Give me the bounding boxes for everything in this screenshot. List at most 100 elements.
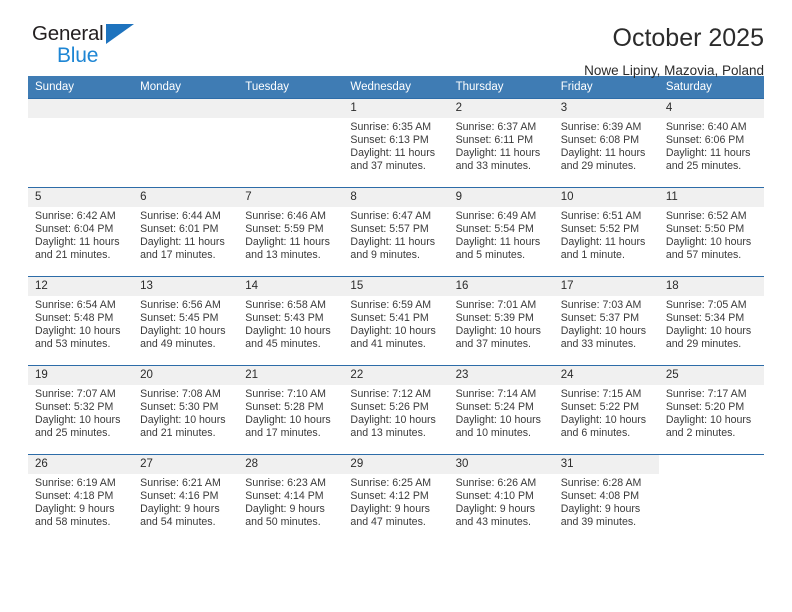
calendar-day-cell[interactable]: 28 Sunrise: 6:23 AM Sunset: 4:14 PM Dayligh… <box>238 454 344 544</box>
day-number: 9 <box>448 188 554 207</box>
day-details: Sunrise: 6:59 AM Sunset: 5:41 PM Daylight:… <box>343 296 448 351</box>
daylight-duration-line2: and 50 minutes. <box>245 515 321 528</box>
day-details: Sunrise: 6:49 AM Sunset: 5:54 PM Daylight:… <box>449 207 554 262</box>
calendar-day-cell[interactable]: 17 Sunrise: 7:03 AM Sunset: 5:37 PM Dayligh… <box>553 276 659 366</box>
daylight-duration-line1: Daylight: 9 hours <box>140 502 220 515</box>
daylight-duration-line2: and 39 minutes. <box>560 515 637 528</box>
day-number: 27 <box>133 455 239 474</box>
calendar-day-cell[interactable]: 16 Sunrise: 7:01 AM Sunset: 5:39 PM Dayligh… <box>448 276 554 366</box>
sunrise-time: Sunrise: 7:08 AM <box>140 388 221 400</box>
weekday-header-thursday: Thursday <box>448 76 554 99</box>
day-details: Sunrise: 7:15 AM Sunset: 5:22 PM Daylight:… <box>554 385 659 440</box>
daylight-duration-line2: and 33 minutes. <box>560 337 637 350</box>
day-details: Sunrise: 6:23 AM Sunset: 4:14 PM Daylight:… <box>238 474 343 529</box>
calendar-day-cell[interactable]: 6 Sunrise: 6:44 AM Sunset: 6:01 PM Daylight… <box>133 187 239 277</box>
day-number: 14 <box>238 277 344 296</box>
sunrise-time: Sunrise: 6:56 AM <box>140 299 221 311</box>
sunset-time: Sunset: 5:52 PM <box>560 222 640 235</box>
calendar-day-cell[interactable]: 31 Sunrise: 6:28 AM Sunset: 4:08 PM Dayligh… <box>553 454 659 544</box>
calendar-day-cell[interactable]: 12 Sunrise: 6:54 AM Sunset: 5:48 PM Dayligh… <box>28 276 134 366</box>
daylight-duration-line1: Daylight: 11 hours <box>350 146 436 159</box>
day-details: Sunrise: 6:47 AM Sunset: 5:57 PM Daylight:… <box>343 207 448 262</box>
day-number: 16 <box>448 277 554 296</box>
day-number <box>133 99 239 118</box>
sunset-time: Sunset: 6:08 PM <box>560 133 640 146</box>
calendar-day-cell[interactable]: 4 Sunrise: 6:40 AM Sunset: 6:06 PM Daylight… <box>658 98 764 188</box>
day-details: Sunrise: 6:19 AM Sunset: 4:18 PM Daylight:… <box>28 474 133 529</box>
calendar-day-cell[interactable]: 18 Sunrise: 7:05 AM Sunset: 5:34 PM Dayligh… <box>658 276 764 366</box>
sunset-time: Sunset: 5:24 PM <box>455 400 534 413</box>
calendar-day-cell[interactable]: 1 Sunrise: 6:35 AM Sunset: 6:13 PM Daylight… <box>343 98 449 188</box>
calendar-day-cell[interactable]: 20 Sunrise: 7:08 AM Sunset: 5:30 PM Dayligh… <box>133 365 239 455</box>
calendar-day-cell[interactable]: 13 Sunrise: 6:56 AM Sunset: 5:45 PM Dayligh… <box>133 276 239 366</box>
calendar-day-cell[interactable]: 15 Sunrise: 6:59 AM Sunset: 5:41 PM Dayligh… <box>343 276 449 366</box>
calendar-day-cell[interactable]: 25 Sunrise: 7:17 AM Sunset: 5:20 PM Dayligh… <box>658 365 764 455</box>
daylight-duration-line1: Daylight: 11 hours <box>350 235 436 248</box>
sunrise-time: Sunrise: 7:05 AM <box>665 299 747 311</box>
sunrise-time: Sunrise: 6:19 AM <box>35 477 116 489</box>
calendar-day-cell[interactable]: 11 Sunrise: 6:52 AM Sunset: 5:50 PM Dayligh… <box>658 187 764 277</box>
day-details: Sunrise: 6:56 AM Sunset: 5:45 PM Daylight:… <box>133 296 238 351</box>
day-number: 22 <box>343 366 449 385</box>
calendar-day-cell[interactable]: 27 Sunrise: 6:21 AM Sunset: 4:16 PM Dayligh… <box>133 454 239 544</box>
logo-text-blue: Blue <box>57 44 99 67</box>
daylight-duration-line1: Daylight: 10 hours <box>35 413 121 426</box>
day-details: Sunrise: 6:42 AM Sunset: 6:04 PM Daylight:… <box>28 207 133 262</box>
calendar-day-cell[interactable]: 26 Sunrise: 6:19 AM Sunset: 4:18 PM Dayligh… <box>28 454 134 544</box>
daylight-duration-line1: Daylight: 9 hours <box>455 502 536 515</box>
sunset-time: Sunset: 5:59 PM <box>245 222 324 235</box>
calendar-day-cell[interactable]: 19 Sunrise: 7:07 AM Sunset: 5:32 PM Dayligh… <box>28 365 134 455</box>
generalblue-logo: General Blue <box>28 22 146 74</box>
calendar-day-cell[interactable]: 30 Sunrise: 6:26 AM Sunset: 4:10 PM Dayligh… <box>448 454 554 544</box>
daylight-duration-line2: and 17 minutes. <box>245 426 321 439</box>
sunset-time: Sunset: 4:18 PM <box>35 489 114 502</box>
day-details: Sunrise: 6:58 AM Sunset: 5:43 PM Daylight:… <box>238 296 343 351</box>
calendar-day-cell[interactable]: 8 Sunrise: 6:47 AM Sunset: 5:57 PM Daylight… <box>343 187 449 277</box>
day-number: 3 <box>553 99 659 118</box>
daylight-duration-line2: and 13 minutes. <box>350 426 426 439</box>
sunrise-time: Sunrise: 7:15 AM <box>560 388 642 400</box>
calendar-day-cell[interactable]: 23 Sunrise: 7:14 AM Sunset: 5:24 PM Dayligh… <box>448 365 554 455</box>
daylight-duration-line1: Daylight: 11 hours <box>455 235 541 248</box>
calendar-cell-empty <box>133 98 239 188</box>
calendar-day-cell[interactable]: 24 Sunrise: 7:15 AM Sunset: 5:22 PM Dayligh… <box>553 365 659 455</box>
sunset-time: Sunset: 4:14 PM <box>245 489 324 502</box>
calendar-day-cell[interactable]: 21 Sunrise: 7:10 AM Sunset: 5:28 PM Dayligh… <box>238 365 344 455</box>
sunset-time: Sunset: 4:10 PM <box>455 489 534 502</box>
daylight-duration-line2: and 2 minutes. <box>665 426 736 439</box>
calendar-cell-empty <box>658 454 764 544</box>
calendar-day-cell[interactable]: 5 Sunrise: 6:42 AM Sunset: 6:04 PM Daylight… <box>28 187 134 277</box>
day-number: 25 <box>658 366 764 385</box>
calendar-day-cell[interactable]: 9 Sunrise: 6:49 AM Sunset: 5:54 PM Daylight… <box>448 187 554 277</box>
calendar-day-cell[interactable]: 22 Sunrise: 7:12 AM Sunset: 5:26 PM Dayligh… <box>343 365 449 455</box>
day-number: 6 <box>133 188 239 207</box>
calendar-day-cell[interactable]: 14 Sunrise: 6:58 AM Sunset: 5:43 PM Dayligh… <box>238 276 344 366</box>
daylight-duration-line1: Daylight: 10 hours <box>245 324 331 337</box>
sunrise-time: Sunrise: 6:46 AM <box>245 210 326 222</box>
daylight-duration-line1: Daylight: 10 hours <box>140 324 226 337</box>
day-details: Sunrise: 6:21 AM Sunset: 4:16 PM Daylight:… <box>133 474 238 529</box>
day-number <box>658 455 764 474</box>
daylight-duration-line2: and 37 minutes. <box>350 159 426 172</box>
sunrise-sunset-calendar: Sunday Monday Tuesday Wednesday Thursday… <box>28 76 764 544</box>
day-details: Sunrise: 7:01 AM Sunset: 5:39 PM Daylight:… <box>449 296 554 351</box>
daylight-duration-line2: and 10 minutes. <box>455 426 531 439</box>
daylight-duration-line2: and 21 minutes. <box>35 248 111 261</box>
calendar-day-cell[interactable]: 3 Sunrise: 6:39 AM Sunset: 6:08 PM Daylight… <box>553 98 659 188</box>
calendar-day-cell[interactable]: 10 Sunrise: 6:51 AM Sunset: 5:52 PM Dayligh… <box>553 187 659 277</box>
sunrise-time: Sunrise: 6:58 AM <box>245 299 326 311</box>
daylight-duration-line2: and 47 minutes. <box>350 515 426 528</box>
day-details: Sunrise: 6:52 AM Sunset: 5:50 PM Daylight:… <box>659 207 764 262</box>
day-number: 8 <box>343 188 449 207</box>
sunrise-time: Sunrise: 6:54 AM <box>35 299 116 311</box>
calendar-day-cell[interactable]: 2 Sunrise: 6:37 AM Sunset: 6:11 PM Daylight… <box>448 98 554 188</box>
daylight-duration-line1: Daylight: 11 hours <box>455 146 541 159</box>
day-details: Sunrise: 6:40 AM Sunset: 6:06 PM Daylight:… <box>659 118 764 173</box>
sunrise-time: Sunrise: 6:39 AM <box>560 121 642 133</box>
daylight-duration-line2: and 17 minutes. <box>140 248 216 261</box>
sunset-time: Sunset: 5:20 PM <box>665 400 745 413</box>
calendar-day-cell[interactable]: 7 Sunrise: 6:46 AM Sunset: 5:59 PM Daylight… <box>238 187 344 277</box>
sunset-time: Sunset: 6:13 PM <box>350 133 429 146</box>
day-details: Sunrise: 6:26 AM Sunset: 4:10 PM Daylight:… <box>449 474 554 529</box>
calendar-day-cell[interactable]: 29 Sunrise: 6:25 AM Sunset: 4:12 PM Dayligh… <box>343 454 449 544</box>
